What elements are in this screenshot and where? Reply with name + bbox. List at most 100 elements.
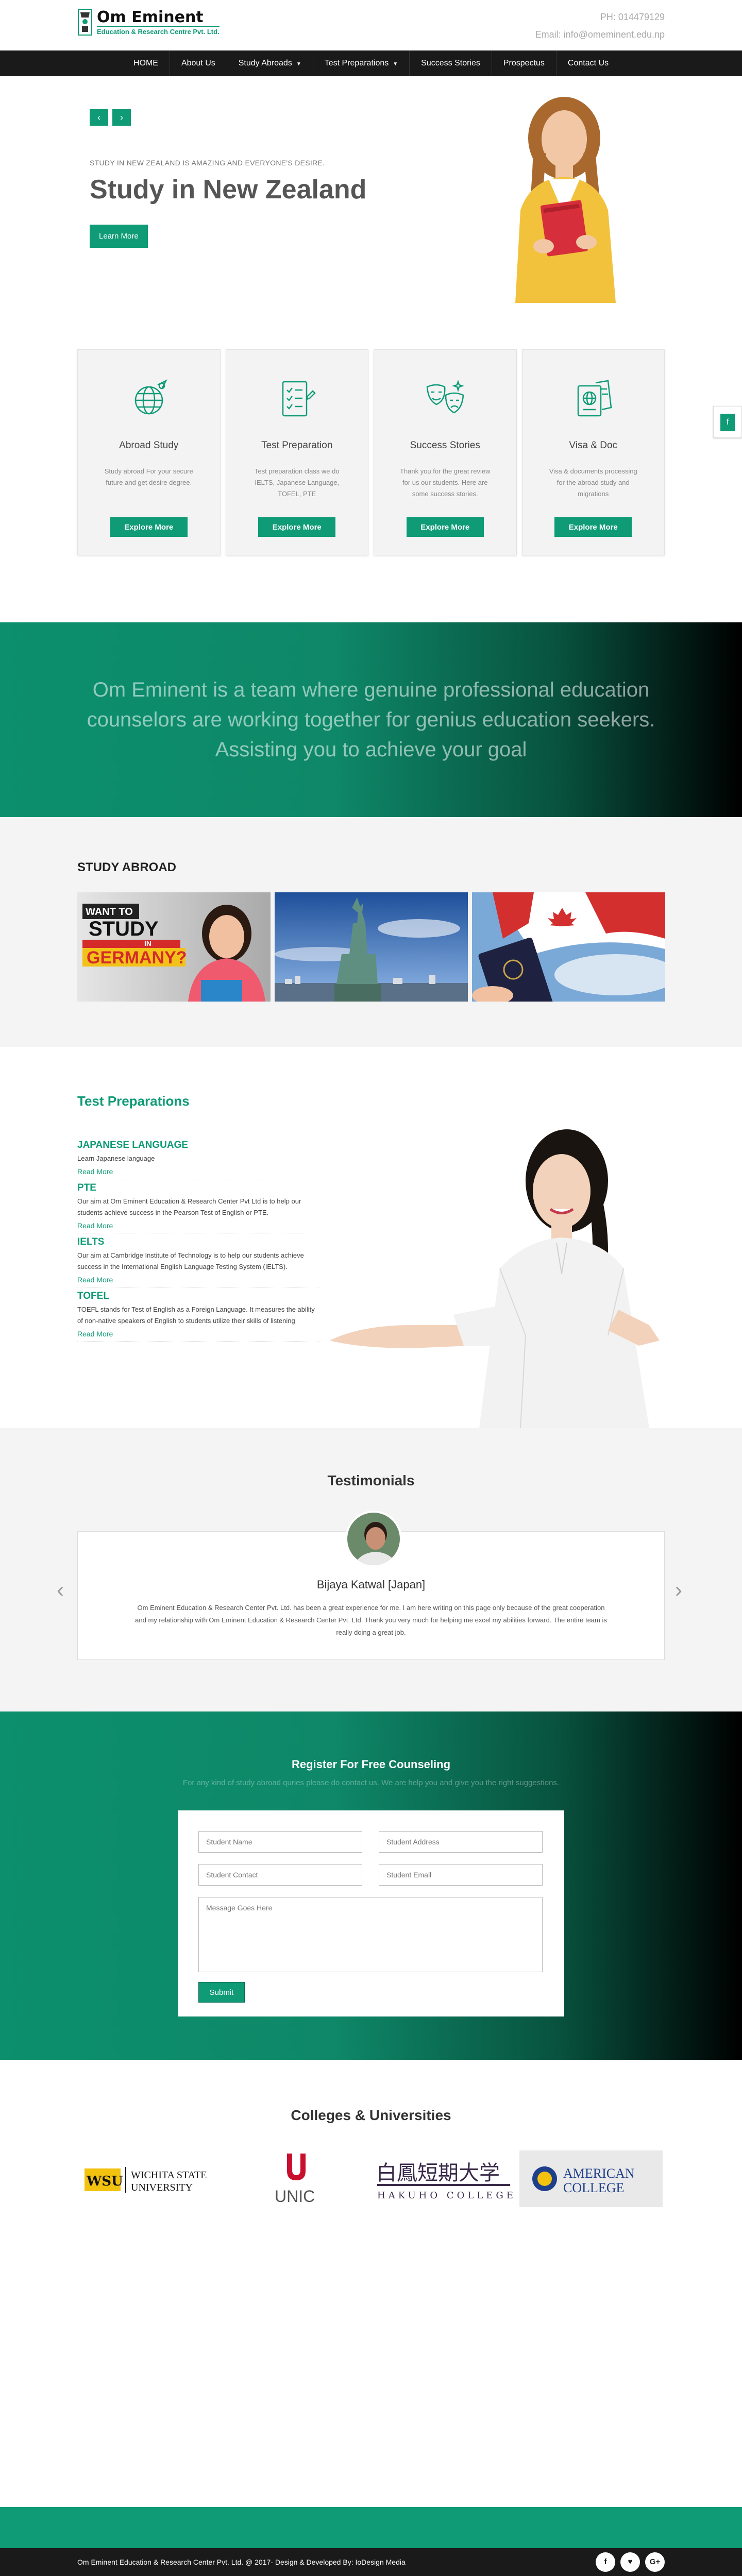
wichita-line1: WICHITA STATE bbox=[131, 2170, 207, 2181]
unic-logo[interactable]: UNIC bbox=[225, 2150, 368, 2207]
test-name[interactable]: PTE bbox=[77, 1182, 319, 1194]
student-contact-input[interactable] bbox=[198, 1864, 362, 1886]
nav-study-abroads[interactable]: Study Abroads ▼ bbox=[227, 50, 313, 76]
germany-line3: IN bbox=[144, 939, 151, 947]
service-title: Abroad Study bbox=[119, 440, 179, 451]
student-email-input[interactable] bbox=[379, 1864, 543, 1886]
hero-kicker: STUDY IN NEW ZEALAND IS AMAZING AND EVER… bbox=[90, 159, 325, 167]
study-abroad-section: STUDY ABROAD WANT TO STUDY IN GERMANY? bbox=[0, 817, 742, 1047]
hakuho-jp: 白鳳短期大学 bbox=[376, 2161, 500, 2185]
study-canada-image bbox=[472, 892, 665, 1002]
banner-text: Om Eminent is a team where genuine profe… bbox=[87, 679, 655, 761]
main-nav: HOME About Us Study Abroads ▼ Test Prepar… bbox=[0, 50, 742, 76]
study-usa-image bbox=[275, 892, 468, 1002]
germany-line1: WANT TO bbox=[86, 906, 133, 918]
register-heading: Register For Free Counseling bbox=[291, 1758, 451, 1771]
service-text: Test preparation class we do IELTS, Japa… bbox=[254, 467, 340, 498]
study-abroad-heading: STUDY ABROAD bbox=[77, 860, 177, 874]
nav-test-preparations[interactable]: Test Preparations ▼ bbox=[313, 50, 410, 76]
register-subheading: For any kind of study abroad quries plea… bbox=[182, 1778, 560, 1787]
explore-more-button[interactable]: Explore More bbox=[258, 517, 336, 537]
avatar bbox=[345, 1511, 402, 1567]
hero-student-image bbox=[515, 97, 616, 303]
logo[interactable]: Om Eminent Education & Research Centre P… bbox=[77, 7, 220, 37]
germany-line2: STUDY bbox=[89, 918, 159, 940]
service-title: Success Stories bbox=[410, 440, 480, 451]
test-name[interactable]: JAPANESE LANGUAGE bbox=[77, 1140, 319, 1151]
nav-home[interactable]: HOME bbox=[122, 50, 170, 76]
facebook-icon: f bbox=[720, 414, 735, 431]
nav-test-preparations-label: Test Preparations bbox=[324, 59, 389, 67]
test-item-japanese: JAPANESE LANGUAGE Learn Japanese languag… bbox=[77, 1137, 319, 1179]
test-prep-woman-image bbox=[330, 1129, 660, 1428]
copyright-text: Om Eminent Education & Research Center P… bbox=[77, 2558, 406, 2566]
american-college-logo[interactable]: AMERICAN COLLEGE bbox=[519, 2150, 663, 2207]
facebook-side-tab[interactable]: f bbox=[713, 406, 742, 438]
student-address-input[interactable] bbox=[379, 1831, 543, 1853]
logo-subtitle: Education & Research Centre Pvt. Ltd. bbox=[97, 25, 220, 36]
passport-icon bbox=[578, 380, 612, 417]
explore-more-button[interactable]: Explore More bbox=[554, 517, 632, 537]
facebook-icon[interactable]: f bbox=[596, 2552, 615, 2572]
test-desc: Our aim at Cambridge Institute of Techno… bbox=[77, 1251, 304, 1270]
study-canada-card[interactable] bbox=[472, 892, 665, 1002]
testimonial-next-button[interactable]: › bbox=[675, 1578, 682, 1602]
test-desc: Learn Japanese language bbox=[77, 1155, 155, 1162]
test-desc: TOEFL stands for Test of English as a Fo… bbox=[77, 1306, 315, 1325]
logo-title: Om Eminent bbox=[97, 8, 204, 26]
message-textarea[interactable] bbox=[198, 1897, 543, 1972]
test-name[interactable]: TOFEL bbox=[77, 1291, 319, 1302]
google-plus-icon[interactable]: G+ bbox=[645, 2552, 665, 2572]
test-item-ielts: IELTS Our aim at Cambridge Institute of … bbox=[77, 1233, 319, 1287]
nav-contact[interactable]: Contact Us bbox=[556, 50, 620, 76]
germany-line4: GERMANY? bbox=[87, 948, 187, 968]
test-name[interactable]: IELTS bbox=[77, 1236, 319, 1248]
read-more-link[interactable]: Read More bbox=[77, 1222, 319, 1230]
mission-banner: Om Eminent is a team where genuine profe… bbox=[0, 622, 742, 817]
service-title: Visa & Doc bbox=[569, 440, 618, 451]
learn-more-button[interactable]: Learn More bbox=[90, 225, 148, 248]
caret-down-icon: ▼ bbox=[296, 61, 301, 67]
phone-text: PH: 014479129 bbox=[600, 12, 665, 22]
hakuho-college-logo[interactable]: 白鳳短期大学 HAKUHO COLLEGE bbox=[372, 2150, 515, 2207]
test-preparations-heading: Test Preparations bbox=[77, 1093, 190, 1109]
hero-arrows: ‹ › bbox=[90, 109, 131, 126]
american-line1: AMERICAN bbox=[563, 2166, 635, 2181]
nav-prospectus[interactable]: Prospectus bbox=[492, 50, 556, 76]
slider-prev-button[interactable]: ‹ bbox=[90, 109, 108, 126]
submit-button[interactable]: Submit bbox=[198, 1982, 245, 2003]
study-germany-image: WANT TO STUDY IN GERMANY? bbox=[77, 892, 271, 1002]
nav-about[interactable]: About Us bbox=[170, 50, 227, 76]
services-section: Abroad Study Study abroad For your secur… bbox=[0, 344, 742, 622]
hero-slider: ‹ › STUDY IN NEW ZEALAND IS AMAZING AND … bbox=[0, 76, 742, 344]
service-card-visa-doc: Visa & Doc Visa & documents processing f… bbox=[521, 349, 665, 555]
student-name-input[interactable] bbox=[198, 1831, 362, 1853]
counseling-form: Submit bbox=[178, 1810, 564, 2016]
testimonial-prev-button[interactable]: ‹ bbox=[57, 1578, 64, 1602]
colleges-grid: WSU WICHITA STATE UNIVERSITY UNIC 白鳳短期大学… bbox=[77, 2150, 663, 2207]
nav-success-stories[interactable]: Success Stories bbox=[410, 50, 492, 76]
checklist-icon bbox=[282, 381, 316, 417]
slider-next-button[interactable]: › bbox=[112, 109, 131, 126]
explore-more-button[interactable]: Explore More bbox=[406, 517, 484, 537]
test-item-tofel: TOFEL TOEFL stands for Test of English a… bbox=[77, 1287, 319, 1342]
read-more-link[interactable]: Read More bbox=[77, 1276, 319, 1284]
register-section: Register For Free Counseling For any kin… bbox=[0, 1711, 742, 2060]
testimonial-text: Om Eminent Education & Research Center P… bbox=[135, 1604, 607, 1636]
social-links: f ♥ G+ bbox=[596, 2552, 665, 2572]
service-card-success-stories: Success Stories Thank you for the great … bbox=[374, 349, 517, 555]
service-title: Test Preparation bbox=[261, 440, 333, 451]
heart-icon[interactable]: ♥ bbox=[620, 2552, 640, 2572]
wichita-mark: WSU bbox=[86, 2174, 123, 2189]
email-link[interactable]: Email: info@omeminent.edu.np bbox=[535, 26, 665, 43]
study-usa-card[interactable] bbox=[275, 892, 468, 1002]
read-more-link[interactable]: Read More bbox=[77, 1330, 319, 1338]
service-card-test-preparation: Test Preparation Test preparation class … bbox=[225, 349, 368, 555]
study-germany-card[interactable]: WANT TO STUDY IN GERMANY? bbox=[77, 892, 271, 1002]
wichita-line2: UNIVERSITY bbox=[131, 2182, 193, 2193]
testimonial-name: Bijaya Katwal [Japan] bbox=[316, 1578, 426, 1591]
read-more-link[interactable]: Read More bbox=[77, 1167, 319, 1176]
wichita-state-logo[interactable]: WSU WICHITA STATE UNIVERSITY bbox=[77, 2150, 221, 2207]
explore-more-button[interactable]: Explore More bbox=[110, 517, 188, 537]
test-desc: Our aim at Om Eminent Education & Resear… bbox=[77, 1197, 301, 1216]
